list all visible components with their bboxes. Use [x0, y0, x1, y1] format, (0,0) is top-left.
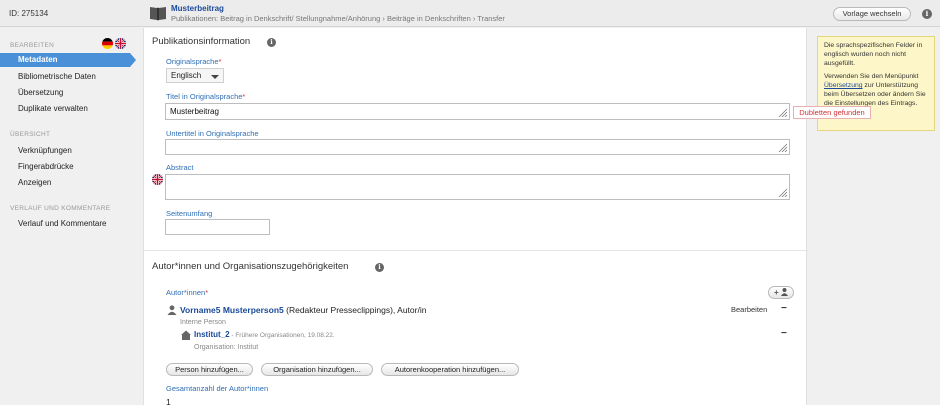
sidebar-section-history: VERLAUF UND KOMMENTARE — [10, 205, 111, 212]
help-text-2: Verwenden Sie den Menüpunkt Übersetzung … — [824, 73, 926, 107]
authors-label: Autor*innen* — [166, 288, 209, 297]
sidebar-item-links[interactable]: Verknüpfungen — [18, 146, 72, 155]
sidebar-item-metadaten[interactable]: Metadaten — [0, 53, 136, 67]
title-original-input[interactable]: Musterbeitrag — [165, 103, 790, 120]
abstract-input[interactable] — [165, 174, 790, 200]
edit-author-link[interactable]: Bearbeiten — [731, 305, 767, 314]
remove-organization-button[interactable]: − — [781, 328, 787, 339]
document-title[interactable]: Musterbeitrag — [171, 4, 224, 13]
person-icon — [780, 288, 788, 296]
translation-link[interactable]: Übersetzung — [824, 82, 863, 89]
sidebar-item-bibliometrics[interactable]: Bibliometrische Daten — [18, 72, 96, 81]
author-type: Interne Person — [180, 319, 226, 326]
total-authors-value: 1 — [166, 397, 171, 405]
original-language-select[interactable]: Englisch — [166, 68, 224, 83]
flag-uk-icon — [152, 174, 163, 185]
duplicates-found-tooltip[interactable]: Dubletten gefunden — [793, 106, 871, 119]
pages-input[interactable] — [165, 219, 270, 235]
sidebar-item-history[interactable]: Verlauf und Kommentare — [18, 219, 107, 228]
top-bar: ID: 275134 Musterbeitrag Publikationen: … — [0, 0, 940, 27]
total-authors-label: Gesamtanzahl der Autor*innen — [166, 384, 269, 393]
author-entry[interactable]: Vorname5 Musterperson5 (Redakteur Presse… — [180, 305, 426, 315]
original-language-label: Originalsprache* — [166, 57, 222, 66]
organization-icon — [181, 330, 191, 340]
original-language-value: Englisch — [171, 71, 202, 80]
add-person-icon[interactable]: + — [768, 286, 794, 299]
sidebar-section-overview: ÜBERSICHT — [10, 131, 51, 138]
sidebar-item-translation[interactable]: Übersetzung — [18, 88, 63, 97]
pages-label: Seitenumfang — [166, 209, 213, 218]
flag-uk-icon[interactable] — [115, 38, 126, 49]
sidebar-item-views[interactable]: Anzeigen — [18, 178, 51, 187]
organization-name[interactable]: Institut_2 — [194, 330, 230, 339]
info-icon[interactable]: i — [267, 38, 276, 47]
add-person-button[interactable]: Person hinzufügen... — [166, 363, 253, 376]
sidebar-section-edit: BEARBEITEN — [10, 42, 55, 49]
author-role: (Redakteur Presseclippings), Autor/in — [283, 305, 427, 315]
person-icon — [167, 305, 177, 315]
remove-author-button[interactable]: − — [781, 303, 787, 314]
add-glyph: + — [774, 288, 779, 297]
section-title-pubinfo: Publikationsinformation — [152, 36, 251, 47]
resize-grip-icon[interactable] — [778, 108, 788, 118]
subtitle-original-label: Untertitel in Originalsprache — [166, 129, 259, 138]
resize-grip-icon[interactable] — [778, 188, 788, 198]
sidebar-item-duplicates[interactable]: Duplikate verwalten — [18, 104, 88, 113]
subtitle-original-input[interactable] — [165, 139, 790, 155]
sidebar-item-label: Metadaten — [18, 55, 58, 64]
author-name[interactable]: Vorname5 Musterperson5 — [180, 305, 284, 315]
record-id: ID: 275134 — [9, 9, 49, 18]
sidebar-item-fingerprints[interactable]: Fingerabdrücke — [18, 162, 74, 171]
organization-type: Organisation: Institut — [194, 344, 259, 351]
breadcrumb: Publikationen: Beitrag in Denkschrift/ S… — [171, 14, 505, 23]
flag-de-icon[interactable] — [102, 38, 113, 49]
section-divider — [144, 250, 808, 251]
help-text-1: Die sprachspezifischen Felder in englisc… — [824, 42, 923, 67]
organization-note: - Frühere Organisationen, 19.08.22. — [229, 332, 335, 339]
main-panel: Publikationsinformation i Originalsprach… — [143, 28, 808, 405]
title-original-value: Musterbeitrag — [170, 107, 219, 116]
sidebar: BEARBEITEN Metadaten Bibliometrische Dat… — [0, 28, 136, 405]
book-icon — [150, 7, 166, 21]
switch-template-button[interactable]: Vorlage wechseln — [833, 7, 911, 21]
section-title-authors: Autor*innen und Organisationszugehörigke… — [152, 261, 349, 272]
abstract-label: Abstract — [166, 163, 194, 172]
title-original-label: Titel in Originalsprache* — [166, 92, 246, 101]
info-icon[interactable]: i — [375, 263, 384, 272]
organization-entry[interactable]: Institut_2 - Frühere Organisationen, 19.… — [194, 330, 335, 339]
add-organization-button[interactable]: Organisation hinzufügen... — [261, 363, 373, 376]
add-collaboration-button[interactable]: Autorenkooperation hinzufügen... — [381, 363, 519, 376]
resize-grip-icon[interactable] — [778, 143, 788, 153]
dropdown-caret-icon — [211, 75, 219, 79]
info-icon[interactable]: i — [922, 9, 932, 19]
